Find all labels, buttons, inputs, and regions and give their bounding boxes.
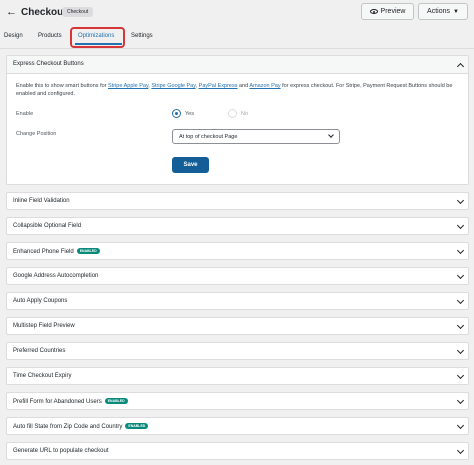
accordion-row-title: Enhanced Phone Field <box>13 249 74 255</box>
accordion-row-label: Multistep Field Preview <box>13 323 75 329</box>
accordion-row-label: Google Address Autocompletion <box>13 273 98 279</box>
tab-divider <box>0 48 474 49</box>
accordion-row-label: Enhanced Phone Field ENABLED <box>13 248 100 255</box>
accordion-row[interactable]: Auto Apply Coupons <box>6 292 469 310</box>
tab-settings[interactable]: Settings <box>131 33 153 39</box>
accordion-row[interactable]: Preferred Countries <box>6 342 469 360</box>
accordion-row-title: Auto Apply Coupons <box>13 298 68 304</box>
express-checkout-description: Enable this to show smart buttons for St… <box>16 82 466 98</box>
position-select-value: At top of checkout Page <box>179 134 238 140</box>
accordion-row-title: Inline Field Validation <box>13 198 70 204</box>
accordion-row-title: Preferred Countries <box>13 348 66 354</box>
accordion-row[interactable]: Auto fill State from Zip Code and Countr… <box>6 417 469 435</box>
accordion-row-label: Time Checkout Expiry <box>13 373 71 379</box>
chevron-down-icon <box>456 296 465 305</box>
stripe-apple-pay-link[interactable]: Stripe Apple Pay <box>108 83 148 89</box>
chevron-down-icon <box>456 271 465 280</box>
enable-yes-radio[interactable] <box>172 109 181 118</box>
desc-sep: and <box>237 83 250 89</box>
preview-label: Preview <box>380 8 406 15</box>
accordion-row-title: Prefill Form for Abandoned Users <box>13 399 102 405</box>
tab-products[interactable]: Products <box>38 33 62 39</box>
enable-no-radio[interactable] <box>228 109 237 118</box>
express-checkout-header[interactable]: Express Checkout Buttons <box>7 56 468 74</box>
chevron-down-icon: ▼ <box>453 9 459 15</box>
accordion-row-title: Time Checkout Expiry <box>13 373 72 379</box>
stripe-google-pay-link[interactable]: Stripe Google Pay <box>151 83 195 89</box>
accordion-row-title: Auto fill State from Zip Code and Countr… <box>13 424 123 430</box>
express-checkout-title: Express Checkout Buttons <box>13 61 84 67</box>
accordion-row[interactable]: Time Checkout Expiry <box>6 367 469 385</box>
position-select[interactable]: At top of checkout Page <box>172 129 340 144</box>
save-button[interactable]: Save <box>172 157 209 173</box>
accordion-row-title: Collapsible Optional Field <box>13 223 82 229</box>
accordion-row-title: Generate URL to populate checkout <box>13 448 109 454</box>
accordion-row-title: Google Address Autocompletion <box>13 273 99 279</box>
chevron-down-icon <box>456 396 465 405</box>
enabled-badge: ENABLED <box>125 423 149 429</box>
highlight-box <box>70 27 125 48</box>
checkout-type-badge: Checkout <box>62 7 94 17</box>
chevron-down-icon <box>456 321 465 330</box>
chevron-up-icon <box>456 62 465 71</box>
accordion-row-label: Auto fill State from Zip Code and Countr… <box>13 423 149 430</box>
chevron-down-icon <box>456 221 465 230</box>
back-arrow-icon[interactable]: ← <box>6 6 17 18</box>
chevron-down-icon <box>456 421 465 430</box>
accordion-row-label: Auto Apply Coupons <box>13 298 67 304</box>
preview-button[interactable]: Preview <box>361 3 414 20</box>
eye-icon <box>369 8 378 14</box>
enabled-badge: ENABLED <box>104 398 128 404</box>
amazon-pay-link[interactable]: Amazon Pay <box>249 83 280 89</box>
enabled-badge: ENABLED <box>76 248 100 254</box>
accordion-row[interactable]: Prefill Form for Abandoned Users ENABLED <box>6 392 469 410</box>
chevron-down-icon <box>456 346 465 355</box>
chevron-down-icon <box>456 196 465 205</box>
accordion-row-label: Preferred Countries <box>13 348 65 354</box>
actions-button[interactable]: Actions ▼ <box>418 3 468 20</box>
accordion-row[interactable]: Collapsible Optional Field <box>6 217 469 235</box>
desc-text: Enable this to show smart buttons for <box>16 83 109 89</box>
accordion-row[interactable]: Enhanced Phone Field ENABLED <box>6 242 469 260</box>
express-checkout-panel: Express Checkout Buttons Enable this to … <box>6 55 469 185</box>
accordion-row[interactable]: Google Address Autocompletion <box>6 267 469 285</box>
page-header: ← Checkout Checkout Preview Actions ▼ <box>0 0 474 28</box>
enable-no-label: No <box>241 111 249 117</box>
accordion-row-label: Prefill Form for Abandoned Users ENABLED <box>13 398 128 405</box>
chevron-down-icon <box>456 246 465 255</box>
accordion-row[interactable]: Multistep Field Preview <box>6 317 469 335</box>
paypal-express-link[interactable]: PayPal Express <box>199 83 238 89</box>
accordion-row-label: Inline Field Validation <box>13 198 70 204</box>
accordion-row-label: Collapsible Optional Field <box>13 223 81 229</box>
accordion-row[interactable]: Generate URL to populate checkout <box>6 442 469 460</box>
accordion-row-title: Multistep Field Preview <box>13 323 75 329</box>
chevron-down-icon <box>456 446 465 455</box>
enable-yes-label: Yes <box>185 111 194 117</box>
actions-label: Actions <box>427 8 450 15</box>
chevron-down-icon <box>328 132 334 138</box>
change-position-label: Change Position <box>16 131 57 137</box>
chevron-down-icon <box>456 371 465 380</box>
enable-label: Enable <box>16 111 34 117</box>
accordion-row[interactable]: Inline Field Validation <box>6 192 469 210</box>
tab-design[interactable]: Design <box>4 33 23 39</box>
page-title: Checkout <box>21 7 67 18</box>
accordion-row-label: Generate URL to populate checkout <box>13 448 109 454</box>
